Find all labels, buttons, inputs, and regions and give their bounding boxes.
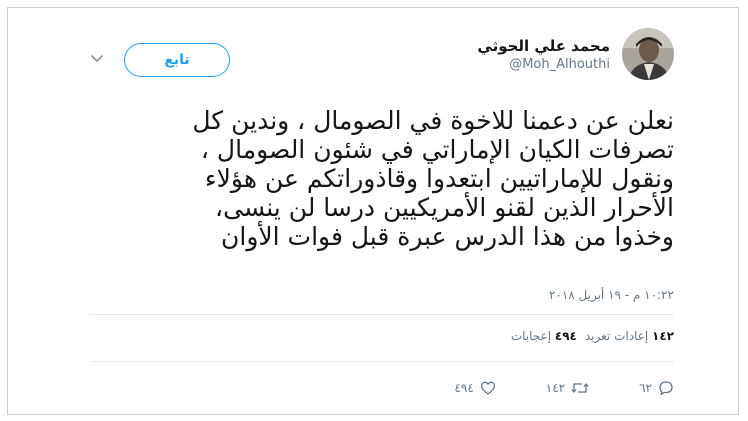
- like-button[interactable]: ٤٩٤: [454, 380, 495, 396]
- display-name[interactable]: محمد علي الحوثي: [477, 36, 610, 56]
- reply-count: ٦٢: [639, 381, 652, 395]
- reply-button[interactable]: ٦٢: [639, 380, 674, 396]
- retweet-icon: [571, 382, 589, 394]
- likes-stat[interactable]: ٤٩٤ إعجابات: [511, 329, 577, 343]
- tweet-embed-frame: محمد علي الحوثي @Moh_Alhouthi تابع نعلن …: [7, 7, 739, 415]
- avatar[interactable]: [622, 28, 674, 80]
- divider: [90, 314, 674, 315]
- divider: [90, 361, 674, 362]
- tweet-text-line: ونقول للإماراتيين ابتعدوا وقاذوراتكم عن …: [204, 164, 674, 193]
- heart-icon: [480, 381, 495, 395]
- avatar-photo: [622, 28, 674, 80]
- likes-label: إعجابات: [510, 329, 552, 343]
- tweet-actions: ٦٢ ١٤٢ ٤٩٤: [454, 378, 674, 398]
- tweet-text-line: نعلن عن دعمنا للاخوة في الصومال ، وندين …: [192, 106, 674, 135]
- retweets-stat[interactable]: ١٤٢ إعادات تغريد: [585, 329, 674, 343]
- retweets-label: إعادات تغريد: [584, 329, 649, 343]
- tweet-stats: ١٤٢ إعادات تغريد ٤٩٤ إعجابات: [511, 329, 674, 343]
- tweet-text-line: وخذوا من هذا الدرس عبرة قبل فوات الأوان: [221, 222, 674, 251]
- author-block: محمد علي الحوثي @Moh_Alhouthi: [477, 36, 610, 74]
- follow-button[interactable]: تابع: [124, 43, 230, 77]
- tweet-card: محمد علي الحوثي @Moh_Alhouthi تابع نعلن …: [90, 28, 674, 406]
- retweet-count: ١٤٢: [545, 381, 566, 395]
- like-count: ٤٩٤: [454, 381, 474, 395]
- tweet-text-line: الأحرار الذين لقنو الأمريكيين درسا لن ين…: [215, 193, 674, 222]
- user-handle[interactable]: @Moh_Alhouthi: [477, 56, 610, 74]
- likes-count: ٤٩٤: [554, 329, 577, 343]
- reply-icon: [659, 381, 673, 396]
- tweet-timestamp[interactable]: ١٠:٢٢ م - ١٩ أبريل ٢٠١٨: [549, 288, 674, 302]
- retweets-count: ١٤٢: [652, 329, 674, 343]
- retweet-button[interactable]: ١٤٢: [546, 380, 589, 396]
- chevron-down-icon[interactable]: [90, 54, 104, 64]
- tweet-text: نعلن عن دعمنا للاخوة في الصومال ، وندين …: [90, 106, 674, 251]
- tweet-text-line: تصرفات الكيان الإماراتي في شئون الصومال …: [200, 135, 674, 164]
